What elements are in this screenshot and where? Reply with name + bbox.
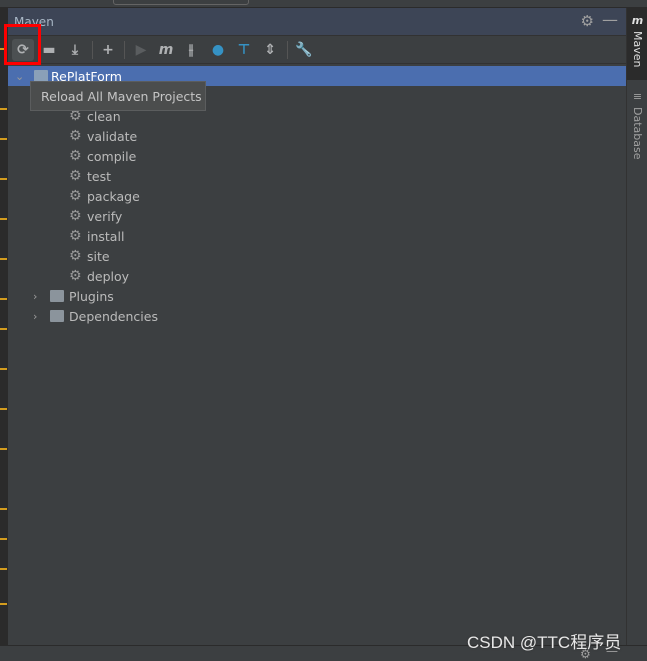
tree-item-lifecycle-goal[interactable]: ⚙ verify <box>8 206 626 226</box>
tooltip: Reload All Maven Projects <box>30 81 206 111</box>
dependencies-folder-icon <box>50 310 64 322</box>
show-dependencies-icon[interactable]: ⊤ <box>233 39 255 61</box>
database-icon: ≡ <box>632 90 643 103</box>
gear-icon[interactable]: ⚙ <box>581 12 594 30</box>
database-tab[interactable]: ≡ Database <box>627 90 647 160</box>
maven-panel-header: Maven ⚙ — <box>8 8 626 36</box>
maven-tab[interactable]: m Maven <box>627 8 647 80</box>
gear-icon: ⚙ <box>69 128 82 144</box>
tree-item-plugins[interactable]: › Plugins <box>8 286 626 306</box>
gear-icon: ⚙ <box>69 208 82 224</box>
gear-icon: ⚙ <box>69 248 82 264</box>
skip-tests-icon[interactable]: ● <box>207 39 229 61</box>
top-bar <box>0 0 647 8</box>
tree-item-lifecycle-goal[interactable]: ⚙ compile <box>8 146 626 166</box>
plugins-folder-icon <box>50 290 64 302</box>
toggle-offline-icon[interactable]: ⫲ <box>180 39 202 61</box>
chevron-down-icon[interactable]: ⌄ <box>15 70 24 83</box>
tree-item-lifecycle-goal[interactable]: ⚙ package <box>8 186 626 206</box>
maven-toolbar: ⟳ ▬ ⤓ + ▶ m ⫲ ● ⊤ ⇕ 🔧 <box>8 36 626 64</box>
run-icon[interactable]: ▶ <box>130 39 152 61</box>
tree-item-lifecycle-goal[interactable]: ⚙ validate <box>8 126 626 146</box>
editor-gutter-strip <box>0 8 8 645</box>
gear-icon: ⚙ <box>69 188 82 204</box>
gear-icon: ⚙ <box>69 268 82 284</box>
tree-item-dependencies[interactable]: › Dependencies <box>8 306 626 326</box>
collapse-all-icon[interactable]: ⇕ <box>259 39 281 61</box>
chevron-right-icon[interactable]: › <box>33 290 37 303</box>
add-folder-icon[interactable]: ▬ <box>38 39 60 61</box>
tree-item-lifecycle-goal[interactable]: ⚙ test <box>8 166 626 186</box>
download-icon[interactable]: ⤓ <box>64 39 86 61</box>
maven-icon: m <box>631 14 644 27</box>
highlight-box <box>4 24 41 65</box>
watermark: CSDN @TTC程序员 <box>467 633 622 652</box>
chevron-right-icon[interactable]: › <box>33 310 37 323</box>
gear-icon: ⚙ <box>69 148 82 164</box>
right-tool-window-bar: m Maven ≡ Database <box>626 8 647 645</box>
minimize-icon[interactable]: — <box>602 10 618 29</box>
tree-item-lifecycle-goal[interactable]: ⚙ site <box>8 246 626 266</box>
tree-item-lifecycle-goal[interactable]: ⚙ deploy <box>8 266 626 286</box>
add-icon[interactable]: + <box>97 39 119 61</box>
tree-item-lifecycle-goal[interactable]: ⚙ install <box>8 226 626 246</box>
settings-wrench-icon[interactable]: 🔧 <box>293 39 315 61</box>
gear-icon: ⚙ <box>69 168 82 184</box>
maven-goal-icon[interactable]: m <box>155 39 177 61</box>
top-search-field[interactable] <box>113 0 249 5</box>
gear-icon: ⚙ <box>69 228 82 244</box>
